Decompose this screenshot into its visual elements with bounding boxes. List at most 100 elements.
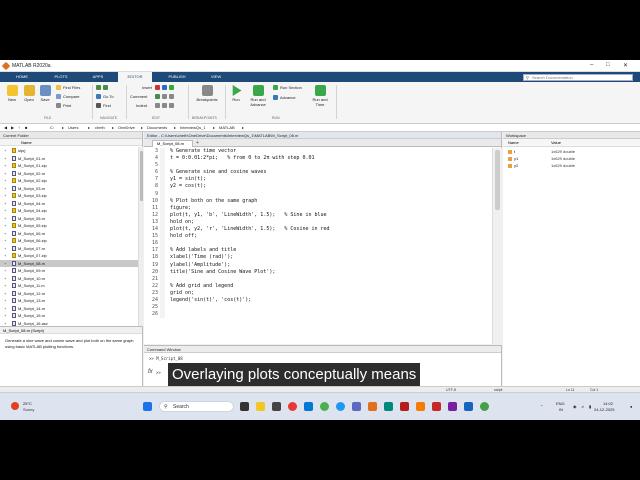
breakpoint-gutter[interactable]: [160, 204, 165, 212]
breakpoint-gutter[interactable]: [160, 197, 165, 205]
app-icon[interactable]: [432, 402, 441, 411]
file-row[interactable]: + M_Script_09.m: [0, 267, 138, 275]
media-app-icon[interactable]: [288, 402, 297, 411]
maximize-icon[interactable]: □: [606, 62, 610, 68]
breakpoint-gutter[interactable]: [160, 155, 165, 163]
taskbar-search-input[interactable]: ⚲ Search: [159, 401, 234, 412]
navigate-back-icon[interactable]: [96, 85, 110, 91]
nav-forward-icon[interactable]: ▶: [11, 124, 14, 132]
clock-time[interactable]: 14:02: [603, 401, 613, 406]
file-row[interactable]: + M_Script_12.m: [0, 290, 138, 298]
breakpoints-button[interactable]: Breakpoints: [192, 85, 222, 102]
expand-icon[interactable]: +: [4, 170, 6, 178]
breakpoint-gutter[interactable]: [160, 148, 165, 156]
app-icon[interactable]: [416, 402, 425, 411]
find-button[interactable]: Find: [96, 103, 111, 109]
code-line[interactable]: 18 xlabel('Time (rad)');: [144, 254, 492, 262]
file-row[interactable]: + M_Script_05.zip: [0, 222, 138, 230]
compare-button[interactable]: Compare: [56, 94, 79, 100]
breakpoint-gutter[interactable]: [160, 296, 165, 305]
breakpoint-gutter[interactable]: [160, 275, 165, 283]
breakpoint-gutter[interactable]: [160, 261, 165, 269]
tab-view[interactable]: VIEW: [204, 72, 228, 82]
expand-icon[interactable]: +: [4, 207, 6, 215]
code-line[interactable]: 13 hold on;: [144, 218, 492, 227]
edge-icon[interactable]: [336, 402, 345, 411]
file-row[interactable]: + M_Script_06.m: [0, 230, 138, 238]
code-line[interactable]: 11 figure;: [144, 204, 492, 212]
breakpoint-gutter[interactable]: [160, 240, 165, 248]
expand-icon[interactable]: +: [4, 267, 6, 275]
file-row[interactable]: + M_Script_13.m: [0, 297, 138, 305]
file-row[interactable]: + M_Script_02.m: [0, 170, 138, 178]
editor-tab-m-script-08[interactable]: M_Script_08.m: [152, 140, 193, 147]
run-and-time-button[interactable]: Run and Time: [308, 85, 332, 107]
address-bar[interactable]: ◀ ▶ ↑ ■ C: ▸ Users ▸ cheth ▸ OneDrive ▸ …: [0, 124, 640, 132]
breadcrumb-users[interactable]: Users: [68, 124, 78, 132]
scrollbar-thumb[interactable]: [495, 150, 500, 210]
breadcrumb-onedrive[interactable]: OneDrive: [118, 124, 135, 132]
app-icon[interactable]: [448, 402, 457, 411]
code-line[interactable]: 20 title('Sine and Cosine Wave Plot');: [144, 268, 492, 276]
command-prompt[interactable]: >>: [156, 370, 161, 375]
nav-back-icon[interactable]: ◀: [4, 124, 7, 132]
file-row[interactable]: + M_Script_02.zip: [0, 177, 138, 185]
expand-icon[interactable]: +: [4, 282, 6, 290]
tab-publish[interactable]: PUBLISH: [162, 72, 192, 82]
comment-tools-icon[interactable]: [155, 94, 176, 100]
expand-icon[interactable]: +: [4, 237, 6, 245]
clock-date[interactable]: 24-12-2025: [594, 407, 614, 412]
code-line[interactable]: 17 % Add labels and title: [144, 247, 492, 255]
code-line[interactable]: 19 ylabel('Amplitude');: [144, 261, 492, 269]
code-line[interactable]: 6 % Generate sine and cosine waves: [144, 169, 492, 177]
app-icon[interactable]: [464, 402, 473, 411]
workspace-variable-row[interactable]: t 1x629 double: [503, 148, 640, 155]
expand-icon[interactable]: +: [4, 185, 6, 193]
tray-expand-icon[interactable]: ⌃: [540, 404, 543, 409]
breakpoint-gutter[interactable]: [160, 162, 165, 170]
code-line[interactable]: 8 y2 = cos(t);: [144, 183, 492, 191]
app-icon[interactable]: [384, 402, 393, 411]
breakpoint-gutter[interactable]: [160, 183, 165, 191]
code-line[interactable]: 25: [144, 304, 492, 312]
indent-button[interactable]: Indent: [136, 103, 147, 109]
insert-button[interactable]: Insert: [132, 85, 152, 91]
name-column-header[interactable]: Name: [0, 139, 142, 146]
code-line[interactable]: 7 y1 = sin(t);: [144, 176, 492, 184]
fx-icon[interactable]: fx: [148, 369, 153, 375]
file-row[interactable]: + M_Script_04.zip: [0, 207, 138, 215]
code-area[interactable]: 3 % Generate time vector 4 t = 0:0.01:2*pi;…: [144, 148, 492, 344]
breakpoint-gutter[interactable]: [160, 282, 165, 290]
windows-start-icon[interactable]: [143, 402, 152, 411]
code-line[interactable]: 14 plot(t, y2, 'r', 'LineWidth', 1.5); % …: [144, 226, 492, 234]
workspace-variable-row[interactable]: y2 1x629 double: [503, 162, 640, 169]
expand-icon[interactable]: +: [4, 290, 6, 298]
file-row[interactable]: + slprj: [0, 147, 138, 155]
open-button[interactable]: Open: [21, 85, 37, 102]
expand-icon[interactable]: +: [4, 305, 6, 313]
tab-plots[interactable]: PLOTS: [48, 72, 74, 82]
breakpoint-gutter[interactable]: [160, 211, 165, 219]
ws-name-header[interactable]: Name: [508, 139, 519, 147]
notification-icon[interactable]: ●: [630, 404, 632, 409]
expand-icon[interactable]: +: [4, 230, 6, 238]
code-line[interactable]: 15 hold off;: [144, 233, 492, 241]
file-row[interactable]: + M_Script_07.zip: [0, 252, 138, 260]
breakpoint-gutter[interactable]: [160, 247, 165, 255]
code-line[interactable]: 24 legend('sin(t)', 'cos(t)');: [144, 296, 492, 305]
expand-icon[interactable]: +: [4, 162, 6, 170]
browse-folder-icon[interactable]: ■: [25, 124, 27, 132]
ws-value-header[interactable]: Value: [551, 139, 561, 147]
file-row[interactable]: + M_Script_14.m: [0, 305, 138, 313]
expand-icon[interactable]: +: [4, 200, 6, 208]
expand-icon[interactable]: +: [4, 275, 6, 283]
new-button[interactable]: New: [4, 85, 20, 102]
mail-icon[interactable]: [304, 402, 313, 411]
breakpoint-gutter[interactable]: [160, 233, 165, 241]
code-line[interactable]: 16: [144, 240, 492, 248]
breakpoint-gutter[interactable]: [160, 304, 165, 312]
breadcrumb-c[interactable]: C:: [50, 124, 54, 132]
file-row[interactable]: + M_Script_01.zip: [0, 162, 138, 170]
file-row[interactable]: + M_Script_03.zip: [0, 192, 138, 200]
file-row[interactable]: + M_Script_03.m: [0, 185, 138, 193]
